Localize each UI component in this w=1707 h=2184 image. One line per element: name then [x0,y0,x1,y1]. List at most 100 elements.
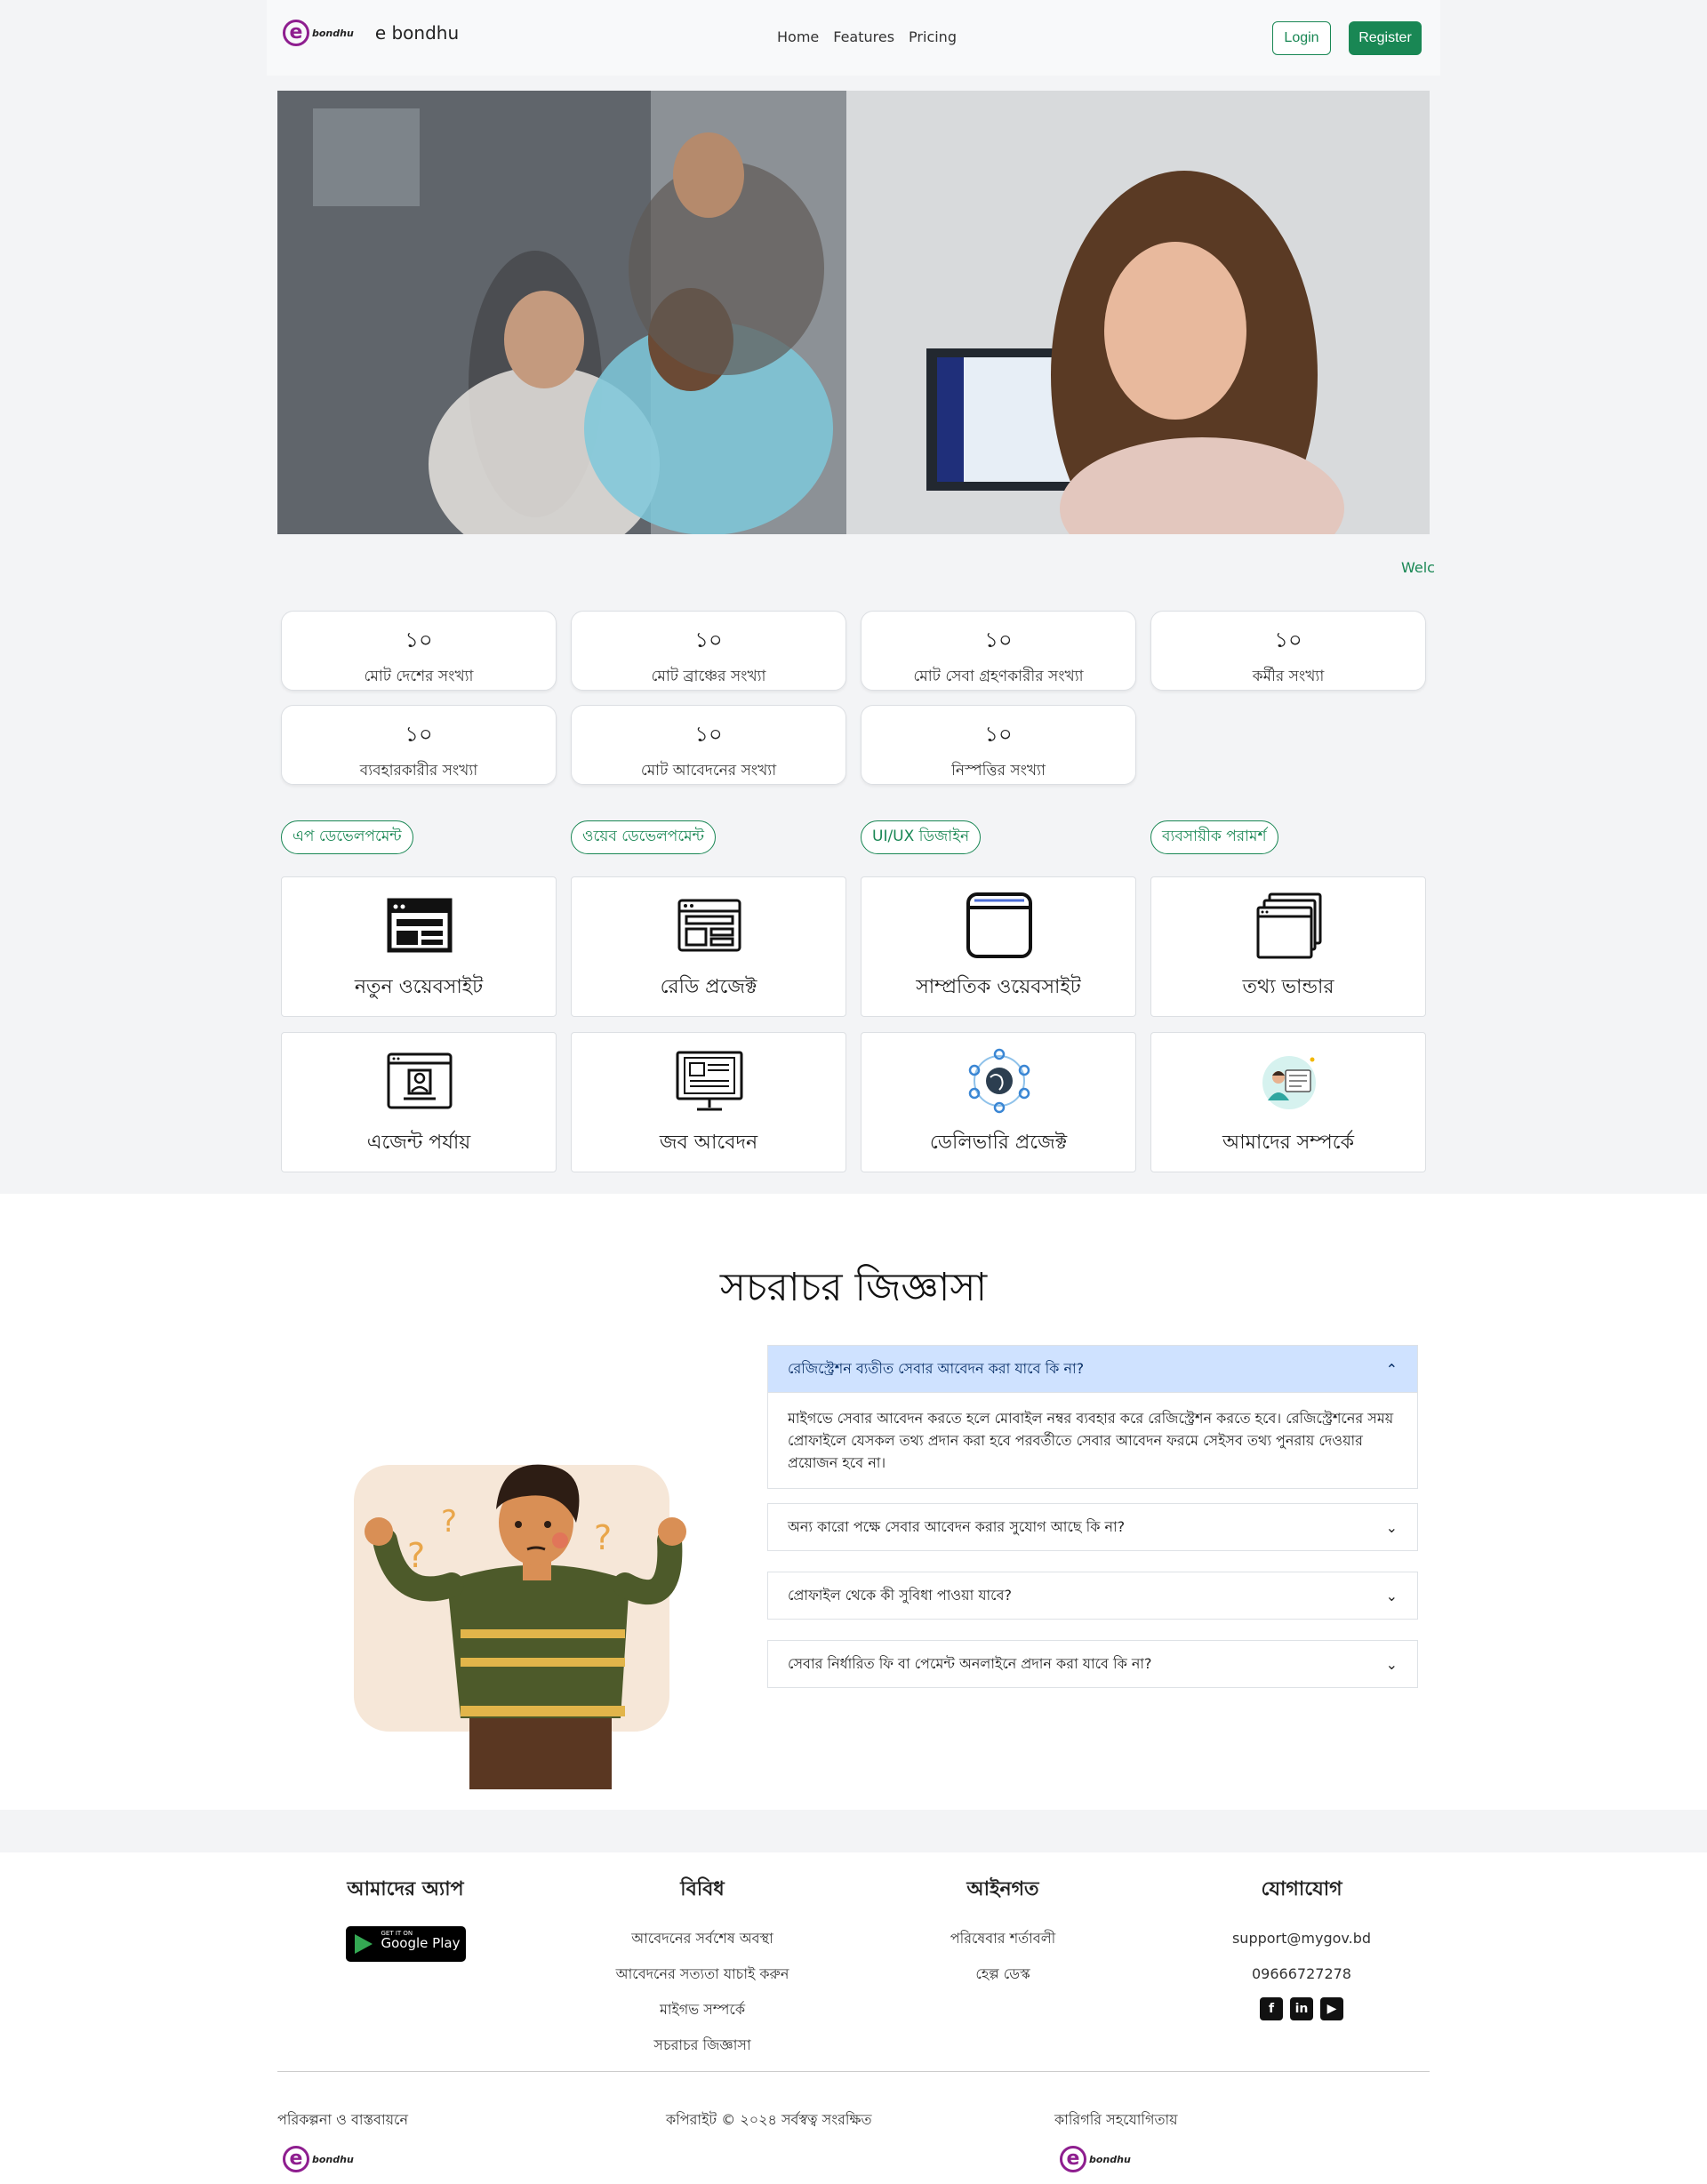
faq-question: রেজিস্ট্রেশন ব্যতীত সেবার আবেদন করা যাবে… [788,1359,1085,1377]
faq-question: প্রোফাইল থেকে কী সুবিধা পাওয়া যাবে? [788,1586,1013,1604]
feature-label: এজেন্ট পর্যায় [366,1132,471,1154]
brand-name: e bondhu [374,22,460,44]
contact-phone[interactable]: 09666727278 [1213,1956,1390,1992]
footer-divider [277,2071,1430,2072]
browser-layout-icon [677,899,741,952]
feature-card-new-website[interactable]: নতুন ওয়েবসাইট [281,876,557,1017]
faq-question-button[interactable]: প্রোফাইল থেকে কী সুবিধা পাওয়া যাবে? ⌄ [768,1572,1417,1619]
stat-value: ১০ [405,722,433,747]
hero-image [277,91,1430,534]
logo-mark: e [283,2146,309,2172]
feature-label: তথ্য ভান্ডার [1242,976,1334,998]
monitor-document-icon [676,1051,743,1111]
feature-card-recent-website[interactable]: সাম্প্রতিক ওয়েবসাইট [861,876,1136,1017]
contact-email[interactable]: support@mygov.bd [1213,1921,1390,1956]
welcome-marquee: Welc [1401,559,1435,576]
tech-support-label: কারিগরি সহযোগিতায় [1054,2111,1178,2128]
stat-value: ১০ [984,628,1013,652]
footer: আমাদের অ্যাপ GET IT ON Google Play বিবিধ… [0,1852,1707,2184]
stacked-windows-icon [1256,892,1322,959]
footer-link[interactable]: মাইগভ সম্পর্কে [587,1992,818,2028]
globe-network-icon [968,1048,1030,1114]
feature-label: জব আবেদন [659,1132,758,1154]
stat-label: মোট আবেদনের সংখ্যা [640,762,777,780]
feature-card-delivery-project[interactable]: ডেলিভারি প্রজেক্ট [861,1032,1136,1172]
footer-misc-column: বিবিধ আবেদনের সর্বশেষ অবস্থা আবেদনের সত্… [587,1874,818,2063]
category-business-consulting[interactable]: ব্যবসায়ীক পরামর্শ [1150,820,1278,854]
footer-link[interactable]: হেল্প ডেস্ক [914,1956,1092,1992]
nav-features[interactable]: Features [833,28,894,45]
category-ui-ux-design[interactable]: UI/UX ডিজাইন [861,820,982,854]
register-button[interactable]: Register [1349,21,1422,55]
stat-card: ১০ মোট ব্রাঞ্চের সংখ্যা [571,611,846,691]
stat-card: ১০ নিস্পত্তির সংখ্যা [861,705,1136,785]
logo: e bondhu [283,20,354,46]
footer-app-column: আমাদের অ্যাপ GET IT ON Google Play [317,1874,494,1962]
stat-card: ১০ মোট দেশের সংখ্যা [281,611,557,691]
copyright-text: কপিরাইট © ২০২৪ সর্বস্বত্ব সংরক্ষিত [666,2111,872,2128]
faq-section: সচরাচর জিজ্ঞাসা ? ? ? রেজিস্ট্রেশন ব্যতী… [0,1194,1707,1810]
user-profile-window-icon [387,1052,453,1109]
svg-text:?: ? [441,1504,457,1540]
category-app-development[interactable]: এপ ডেভেলপমেন্ট [281,820,413,854]
category-web-development[interactable]: ওয়েব ডেভেলপমেন্ট [571,820,716,854]
feature-card-database[interactable]: তথ্য ভান্ডার [1150,876,1426,1017]
tech-logo: e bondhu [1060,2146,1131,2172]
stat-label: ব্যবহারকারীর সংখ্যা [359,762,478,780]
faq-question-button[interactable]: রেজিস্ট্রেশন ব্যতীত সেবার আবেদন করা যাবে… [768,1346,1417,1392]
stat-label: নিস্পত্তির সংখ্যা [951,762,1046,780]
footer-link[interactable]: সচরাচর জিজ্ঞাসা [587,2028,818,2063]
nav-home[interactable]: Home [777,28,819,45]
faq-item: অন্য কারো পক্ষে সেবার আবেদন করার সুযোগ আ… [767,1503,1418,1551]
faq-question-button[interactable]: অন্য কারো পক্ষে সেবার আবেদন করার সুযোগ আ… [768,1504,1417,1550]
stat-label: মোট ব্রাঞ্চের সংখ্যা [651,668,766,685]
stat-value: ১০ [405,628,433,652]
svg-text:?: ? [594,1518,612,1557]
stat-card: ১০ মোট সেবা গ্রহণকারীর সংখ্যা [861,611,1136,691]
footer-contact-column: যোগাযোগ support@mygov.bd 09666727278 f i… [1213,1874,1390,2020]
footer-legal-title: আইনগত [966,1878,1039,1900]
logo-text: bondhu [312,2153,354,2165]
footer-contact-title: যোগাযোগ [1261,1878,1342,1900]
faq-title: সচরাচর জিজ্ঞাসা [719,1265,988,1310]
login-button[interactable]: Login [1272,21,1331,55]
youtube-icon[interactable]: ▶ [1320,1997,1343,2020]
hero-photo [277,91,1430,534]
footer-link[interactable]: পরিষেবার শর্তাবলী [914,1921,1092,1956]
website-layout-icon [387,898,453,953]
facebook-icon[interactable]: f [1260,1997,1283,2020]
feature-card-agent-level[interactable]: এজেন্ট পর্যায় [281,1032,557,1172]
footer-link[interactable]: আবেদনের সর্বশেষ অবস্থা [587,1921,818,1956]
logo-text: bondhu [312,27,354,39]
feature-card-job-application[interactable]: জব আবেদন [571,1032,846,1172]
faq-item: প্রোফাইল থেকে কী সুবিধা পাওয়া যাবে? ⌄ [767,1572,1418,1620]
stat-card: ১০ মোট আবেদনের সংখ্যা [571,705,846,785]
logo-mark: e [283,20,309,46]
chevron-up-icon: ⌃ [1385,1360,1398,1378]
stat-value: ১০ [984,722,1013,747]
linkedin-icon[interactable]: in [1290,1997,1313,2020]
google-play-icon [354,1934,373,1954]
chevron-down-icon: ⌄ [1385,1587,1398,1604]
faq-item: সেবার নির্ধারিত ফি বা পেমেন্ট অনলাইনে প্… [767,1640,1418,1688]
feature-card-ready-project[interactable]: রেডি প্রজেক্ট [571,876,846,1017]
social-links: f in ▶ [1213,1997,1390,2020]
google-play-label: Google Play [381,1935,461,1951]
stat-value: ১০ [694,628,723,652]
nav-pricing[interactable]: Pricing [909,28,957,45]
stat-card: ১০ কর্মীর সংখ্যা [1150,611,1426,691]
footer-link[interactable]: আবেদনের সত্যতা যাচাই করুন [587,1956,818,1992]
feature-label: নতুন ওয়েবসাইট [354,976,484,998]
nav-menu: Home Features Pricing [777,28,957,45]
brand[interactable]: e bondhu e bondhu [283,20,459,46]
faq-question-button[interactable]: সেবার নির্ধারিত ফি বা পেমেন্ট অনলাইনে প্… [768,1641,1417,1687]
stat-value: ১০ [694,722,723,747]
faq-question: অন্য কারো পক্ষে সেবার আবেদন করার সুযোগ আ… [788,1517,1126,1535]
google-play-badge[interactable]: GET IT ON Google Play [345,1926,466,1962]
stat-value: ১০ [1274,628,1302,652]
feature-card-about-us[interactable]: আমাদের সম্পর্কে [1150,1032,1426,1172]
chevron-down-icon: ⌄ [1385,1518,1398,1536]
footer-app-title: আমাদের অ্যাপ [347,1878,464,1900]
footer-legal-column: আইনগত পরিষেবার শর্তাবলী হেল্প ডেস্ক [914,1874,1092,1992]
faq-question: সেবার নির্ধারিত ফি বা পেমেন্ট অনলাইনে প্… [788,1654,1152,1672]
